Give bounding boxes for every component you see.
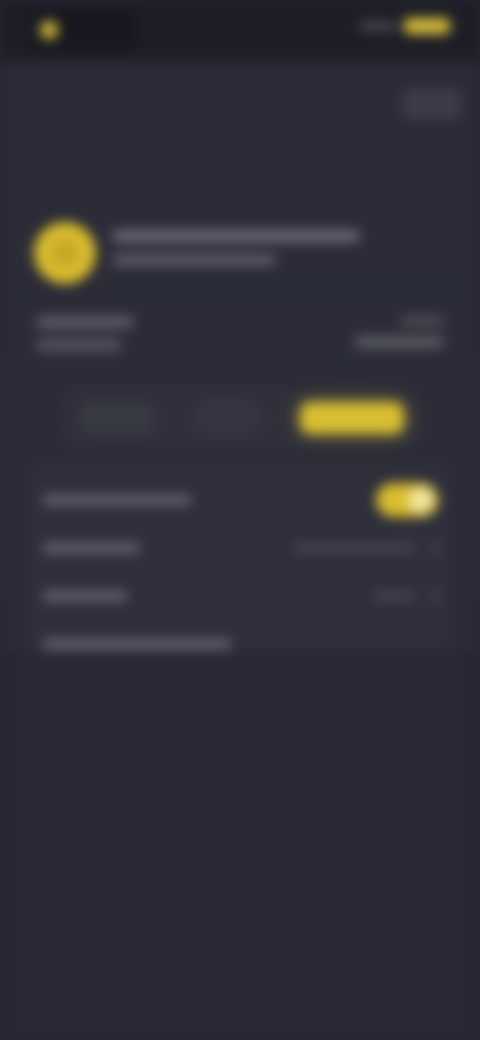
balance-left-top xyxy=(36,316,134,328)
settings-row-label xyxy=(42,638,232,650)
settings-row-value xyxy=(292,543,416,553)
settings-row-value[interactable] xyxy=(28,524,452,572)
battery-icon xyxy=(404,18,450,34)
lower-blank-area xyxy=(0,650,480,1040)
status-left xyxy=(28,10,138,50)
top-action-button[interactable] xyxy=(402,88,462,120)
settings-card xyxy=(28,464,452,680)
coin-icon xyxy=(50,238,80,268)
settings-row-toggle[interactable] xyxy=(28,476,452,524)
segment-3-active[interactable] xyxy=(300,402,404,434)
chevron-right-icon xyxy=(423,587,441,605)
segment-2[interactable] xyxy=(195,402,259,434)
settings-row-label xyxy=(42,494,192,506)
settings-row-label xyxy=(42,542,140,554)
coin-title-line xyxy=(112,230,360,242)
settings-row-short-value[interactable] xyxy=(28,572,452,620)
signal-dots-icon xyxy=(360,22,396,30)
balance-right-top xyxy=(400,316,444,326)
status-right xyxy=(360,18,450,34)
coin-subtitle-line xyxy=(112,254,276,266)
chevron-right-icon xyxy=(423,539,441,557)
segment-1[interactable] xyxy=(80,402,154,434)
settings-row-label xyxy=(42,590,128,602)
page-title xyxy=(28,150,198,190)
settings-row-value-wrap xyxy=(292,539,441,557)
screen xyxy=(0,0,480,1040)
feature-toggle[interactable] xyxy=(376,483,438,517)
settings-row-value xyxy=(372,591,416,601)
toggle-knob xyxy=(408,487,434,513)
coin-mini-icon xyxy=(40,21,58,39)
settings-row-value-wrap xyxy=(372,587,441,605)
balance-right-bottom xyxy=(354,336,444,348)
status-bar xyxy=(0,0,480,62)
segmented-control xyxy=(62,388,422,448)
balance-left-bottom xyxy=(36,338,122,352)
coin-avatar xyxy=(34,222,96,284)
